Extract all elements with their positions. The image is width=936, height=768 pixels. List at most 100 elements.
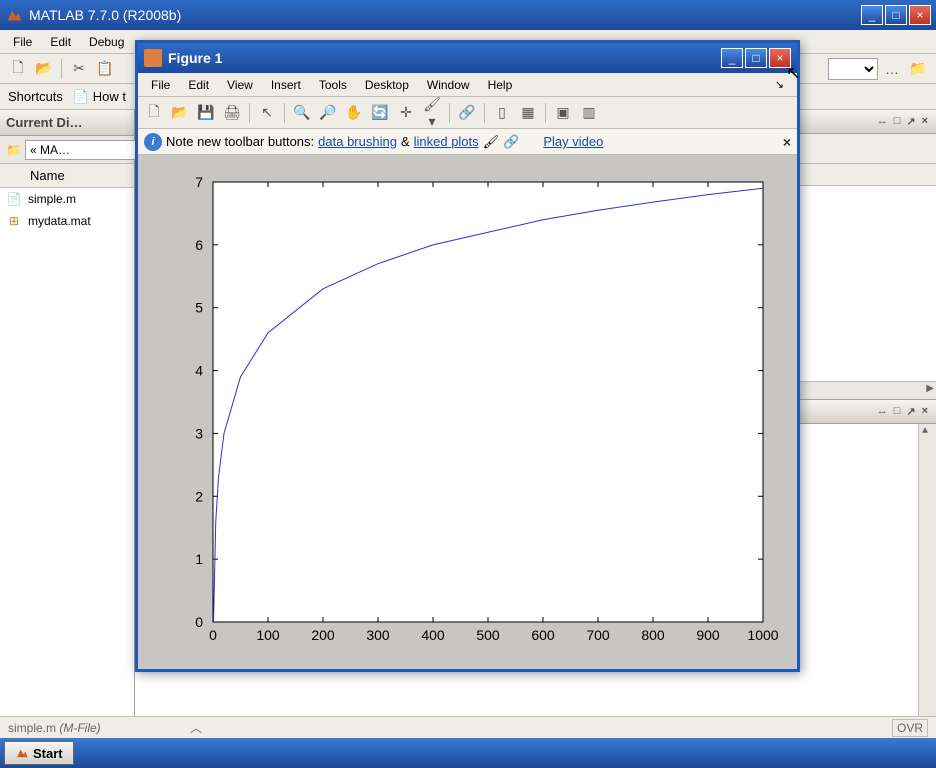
svg-text:500: 500 [476, 627, 500, 643]
menu-edit[interactable]: Edit [41, 32, 80, 52]
line-chart: 0100200300400500600700800900100001234567 [153, 167, 783, 657]
datacursor-icon[interactable]: ✛ [394, 101, 418, 125]
pan-icon[interactable]: ✋ [342, 101, 366, 125]
maximize-button[interactable]: □ [885, 5, 907, 25]
legend-icon[interactable]: ▦ [516, 101, 540, 125]
status-bar: simple.m (M-File) ︿ OVR [0, 716, 936, 738]
figure-window[interactable]: Figure 1 _ □ × File Edit View Insert Too… [135, 40, 800, 672]
menu-file[interactable]: File [4, 32, 41, 52]
path-dropdown[interactable] [828, 58, 878, 80]
menu-file[interactable]: File [142, 76, 179, 94]
menu-window[interactable]: Window [418, 76, 479, 94]
play-video-link[interactable]: Play video [543, 134, 603, 149]
new-file-icon[interactable]: 🗋 [6, 57, 30, 81]
menu-view[interactable]: View [218, 76, 262, 94]
separator [284, 103, 285, 123]
svg-text:700: 700 [586, 627, 610, 643]
colorbar-icon[interactable]: ▯ [490, 101, 514, 125]
open-icon[interactable]: 📂 [168, 101, 192, 125]
zoom-out-icon[interactable]: 🔎 [316, 101, 340, 125]
main-titlebar[interactable]: MATLAB 7.7.0 (R2008b) _ □ × [0, 0, 936, 30]
info-bar: i Note new toolbar buttons: data brushin… [138, 129, 797, 155]
rotate-icon[interactable]: 🔄 [368, 101, 392, 125]
svg-text:4: 4 [195, 363, 203, 379]
undock-icon[interactable]: ↗ [904, 405, 917, 418]
plot-area[interactable]: 0100200300400500600700800900100001234567 [138, 155, 797, 669]
linked-plots-link[interactable]: linked plots [414, 134, 479, 149]
main-window-controls: _ □ × [861, 5, 931, 25]
file-list: 📄 simple.m ⊞ mydata.mat [0, 188, 134, 738]
close-panel-icon[interactable]: × [920, 405, 930, 418]
menu-desktop[interactable]: Desktop [356, 76, 418, 94]
separator [249, 103, 250, 123]
figure-titlebar[interactable]: Figure 1 _ □ × [138, 43, 797, 73]
browse-icon[interactable]: … [880, 57, 904, 81]
data-brushing-link[interactable]: data brushing [318, 134, 397, 149]
minimize-button[interactable]: _ [861, 5, 883, 25]
file-name: simple.m [28, 192, 76, 206]
figure-toolbar: 🗋 📂 💾 🖨 ↖ 🔍 🔎 ✋ 🔄 ✛ 🖌▾ 🔗 ▯ ▦ ▣ ▥ [138, 97, 797, 129]
close-panel-icon[interactable]: × [920, 115, 930, 128]
close-button[interactable]: × [909, 5, 931, 25]
brush-icon[interactable]: 🖌▾ [420, 101, 444, 125]
collapse-icon[interactable]: ︿ [190, 719, 202, 736]
panel-controls: ↔ □ ↗ × [875, 405, 930, 418]
svg-text:900: 900 [696, 627, 720, 643]
howto-link[interactable]: 📄 How t [73, 89, 126, 105]
new-figure-icon[interactable]: 🗋 [142, 101, 166, 125]
svg-text:3: 3 [195, 425, 203, 441]
print-icon[interactable]: 🖨 [220, 101, 244, 125]
move-icon[interactable]: ↔ [875, 405, 890, 418]
svg-text:0: 0 [195, 614, 203, 630]
file-item-simple-m[interactable]: 📄 simple.m [0, 188, 134, 210]
minimize-panel-icon[interactable]: □ [892, 115, 903, 128]
folder-icon[interactable]: 📁 [6, 143, 21, 157]
move-icon[interactable]: ↔ [875, 115, 890, 128]
copy-icon[interactable]: 📋 [93, 57, 117, 81]
current-dir-header[interactable]: Current Di… [0, 110, 134, 136]
main-title: MATLAB 7.7.0 (R2008b) [29, 7, 861, 23]
svg-text:2: 2 [195, 488, 203, 504]
matlab-icon [5, 6, 23, 24]
minimize-panel-icon[interactable]: □ [892, 405, 903, 418]
status-file: simple.m (M-File) [8, 721, 101, 735]
svg-text:1: 1 [195, 551, 203, 567]
dock-icon[interactable]: ↘ [766, 76, 793, 93]
file-name: mydata.mat [28, 214, 91, 228]
separator [449, 103, 450, 123]
name-column-header[interactable]: Name [0, 164, 134, 188]
link-icon[interactable]: 🔗 [455, 101, 479, 125]
back-folder-icon[interactable]: 📁 [906, 57, 930, 81]
save-icon[interactable]: 💾 [194, 101, 218, 125]
link-small-icon: 🔗 [503, 134, 519, 150]
hide-plot-tools-icon[interactable]: ▣ [551, 101, 575, 125]
shortcuts-label[interactable]: Shortcuts [8, 89, 63, 104]
menu-insert[interactable]: Insert [262, 76, 310, 94]
separator [484, 103, 485, 123]
menu-edit[interactable]: Edit [179, 76, 218, 94]
minimize-button[interactable]: _ [721, 48, 743, 68]
figure-icon [144, 49, 162, 67]
vertical-scrollbar[interactable] [918, 424, 936, 720]
show-plot-tools-icon[interactable]: ▥ [577, 101, 601, 125]
zoom-in-icon[interactable]: 🔍 [290, 101, 314, 125]
menu-tools[interactable]: Tools [310, 76, 356, 94]
pointer-icon[interactable]: ↖ [255, 101, 279, 125]
info-icon: i [144, 133, 162, 151]
undock-icon[interactable]: ↗ [904, 115, 917, 128]
start-button[interactable]: Start [4, 741, 74, 765]
svg-text:200: 200 [311, 627, 335, 643]
current-directory-panel: Current Di… 📁 ▾ Name 📄 simple.m ⊞ mydata… [0, 110, 135, 738]
panel-controls: ↔ □ ↗ × [875, 115, 930, 128]
close-button[interactable]: × [769, 48, 791, 68]
figure-window-controls: _ □ × [721, 48, 791, 68]
close-note-icon[interactable]: × [783, 134, 791, 150]
maximize-button[interactable]: □ [745, 48, 767, 68]
path-row: 📁 ▾ [0, 136, 134, 164]
file-item-mydata-mat[interactable]: ⊞ mydata.mat [0, 210, 134, 232]
menu-debug[interactable]: Debug [80, 32, 133, 52]
cut-icon[interactable]: ✂ [67, 57, 91, 81]
svg-text:7: 7 [195, 174, 203, 190]
open-folder-icon[interactable]: 📂 [32, 57, 56, 81]
menu-help[interactable]: Help [479, 76, 522, 94]
